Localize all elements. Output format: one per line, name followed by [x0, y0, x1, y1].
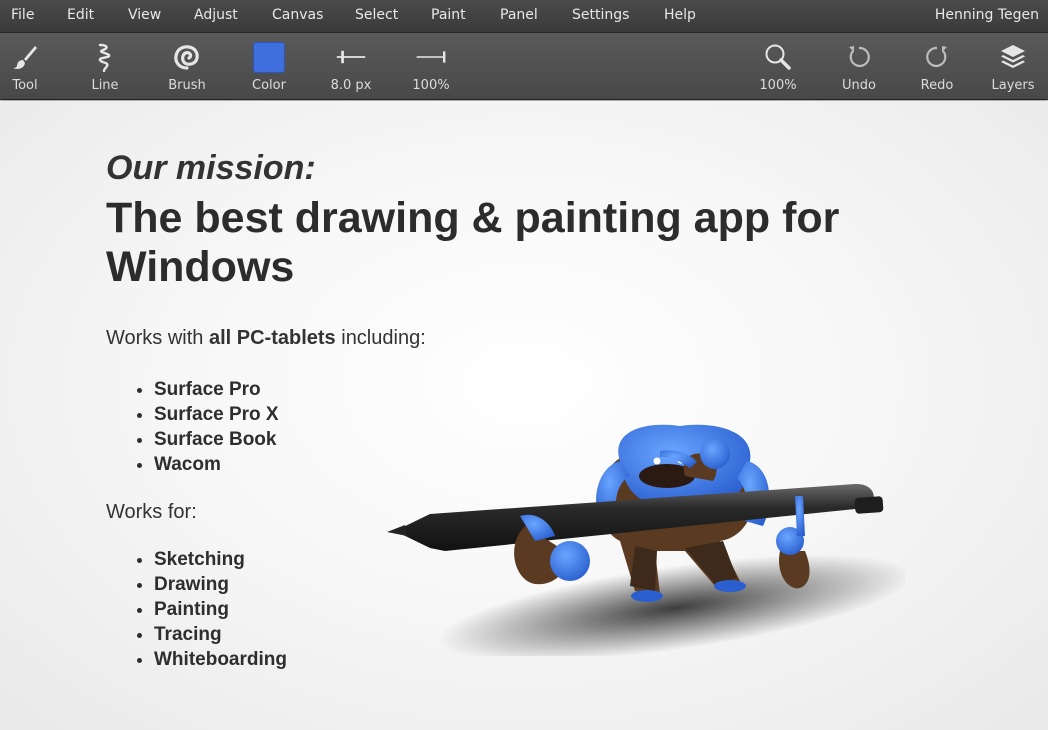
list-item: Tracing [154, 622, 287, 647]
brush-label: Brush [168, 78, 206, 93]
list-item: Painting [154, 597, 287, 622]
zoom-button[interactable]: 100% [743, 33, 813, 100]
undo-icon [843, 41, 875, 73]
line-label: Line [91, 78, 119, 93]
toolbar: Tool Line Brush Color 8.0 px 100% 100% U… [0, 33, 1048, 100]
page-title: The best drawing & painting app for Wind… [106, 194, 840, 291]
color-button[interactable]: Color [234, 33, 304, 100]
menu-settings[interactable]: Settings [572, 7, 629, 23]
menu-adjust[interactable]: Adjust [194, 7, 238, 23]
brush-size-label: 8.0 px [330, 78, 372, 93]
menubar: File Edit View Adjust Canvas Select Pain… [0, 0, 1048, 33]
use-list: Sketching Drawing Painting Tracing White… [154, 547, 287, 672]
brush-size-button[interactable]: 8.0 px [316, 33, 386, 100]
brush-button[interactable]: Brush [152, 33, 222, 100]
magnifier-icon [762, 41, 794, 73]
line-button[interactable]: Line [70, 33, 140, 100]
layers-icon [997, 41, 1029, 73]
list-item: Surface Pro [154, 377, 279, 402]
zoom-label: 100% [759, 78, 797, 93]
color-swatch [253, 41, 285, 73]
menu-help[interactable]: Help [664, 7, 696, 23]
undo-button[interactable]: Undo [824, 33, 894, 100]
undo-label: Undo [842, 78, 876, 93]
opacity-button[interactable]: 100% [396, 33, 466, 100]
tool-button[interactable]: Tool [0, 33, 60, 100]
menu-file[interactable]: File [11, 7, 34, 23]
menu-view[interactable]: View [128, 7, 161, 23]
works-with-prefix: Works with [106, 327, 209, 349]
list-item: Surface Pro X [154, 402, 279, 427]
opacity-label: 100% [412, 78, 450, 93]
redo-button[interactable]: Redo [902, 33, 972, 100]
color-label: Color [252, 78, 286, 93]
redo-icon [921, 41, 953, 73]
mascot-illustration [387, 424, 905, 656]
spiral-brush-icon [171, 41, 203, 73]
menu-canvas[interactable]: Canvas [272, 7, 323, 23]
list-item: Sketching [154, 547, 287, 572]
layers-label: Layers [991, 78, 1035, 93]
tool-label: Tool [12, 78, 38, 93]
opacity-slider-icon [415, 41, 447, 73]
works-with-bold: all PC-tablets [208, 327, 336, 349]
menu-paint[interactable]: Paint [431, 7, 466, 23]
mission-heading: Our mission: [106, 149, 316, 187]
list-item: Surface Book [154, 427, 279, 452]
works-with-text: Works with all PC-tablets including: [106, 327, 426, 350]
list-item: Wacom [154, 452, 279, 477]
works-for-text: Works for: [106, 501, 197, 523]
tablet-list: Surface Pro Surface Pro X Surface Book W… [154, 377, 279, 477]
user-name[interactable]: Henning Tegen [935, 7, 1039, 23]
menu-panel[interactable]: Panel [500, 7, 538, 23]
list-item: Whiteboarding [154, 647, 287, 672]
squiggle-line-icon [89, 41, 121, 73]
menu-edit[interactable]: Edit [67, 7, 94, 23]
layers-button[interactable]: Layers [978, 33, 1048, 100]
brush-size-slider-icon [335, 41, 367, 73]
brush-tool-icon [9, 41, 41, 73]
list-item: Drawing [154, 572, 287, 597]
canvas-content: Our mission: The best drawing & painting… [0, 101, 1048, 730]
menu-select[interactable]: Select [355, 7, 398, 23]
redo-label: Redo [920, 78, 954, 93]
